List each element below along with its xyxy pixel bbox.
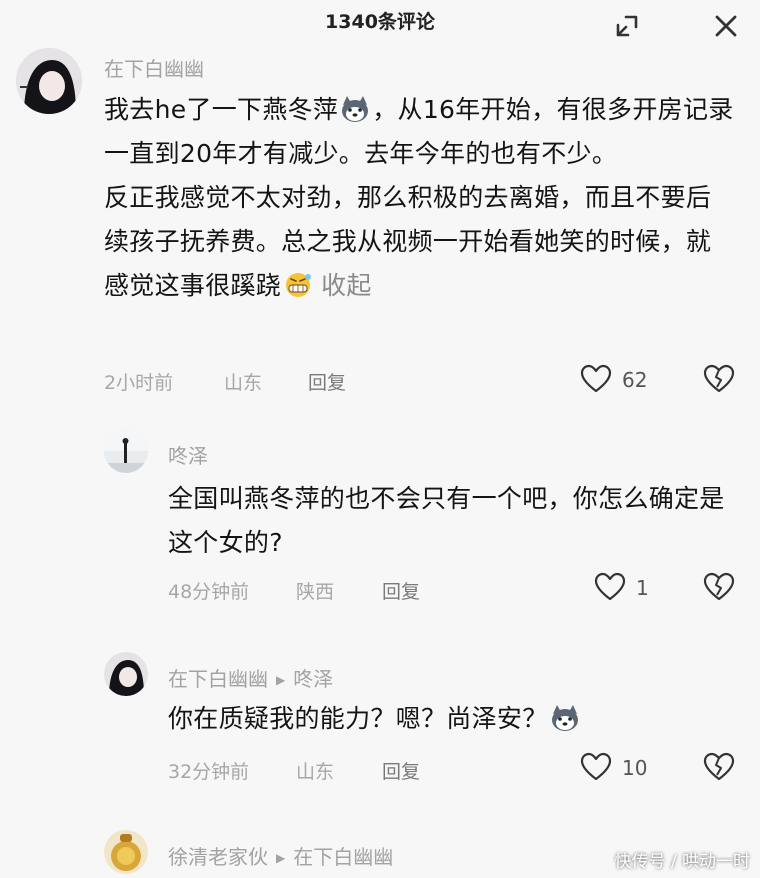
reply-username[interactable]: 徐清老家伙 [168, 845, 268, 869]
comment-text: 我去he了一下燕冬萍 ，从16年开始，有很多开房记录一直到20年才有减少。去年今年… [104, 88, 734, 308]
reply-button[interactable]: 回复 [382, 577, 420, 604]
comment-meta: 48分钟前 陕西 回复 [168, 577, 420, 604]
comment-username[interactable]: 在下白幽幽 [104, 53, 204, 82]
reply-button[interactable]: 回复 [308, 368, 346, 395]
heart-outline-icon[interactable] [580, 364, 612, 394]
reply-username[interactable]: 咚泽 [168, 440, 208, 469]
reply-text: 你在质疑我的能力？嗯？尚泽安？ [168, 697, 740, 741]
comment-text-part: 我去he了一下燕冬萍 [104, 95, 339, 124]
heart-outline-icon[interactable] [580, 752, 612, 782]
expand-icon[interactable] [614, 13, 640, 39]
comment-text-part: 反正我感觉不太对劲，那么积极的去离婚，而且不要后续孩子抚养费。总之我从视频一开始… [104, 183, 712, 300]
close-icon[interactable] [713, 13, 739, 39]
reply-text: 全国叫燕冬萍的也不会只有一个吧，你怎么确定是这个女的? [168, 484, 725, 557]
comment-location: 山东 [224, 372, 263, 394]
reply-to-username[interactable]: 咚泽 [293, 667, 333, 691]
heart-outline-icon[interactable] [594, 572, 626, 602]
comment-time: 48分钟前 [168, 581, 250, 603]
comment-meta: 32分钟前 山东 回复 [168, 757, 420, 784]
watermark: 快传号 / 哄动一时 [614, 852, 750, 872]
comment-meta: 2小时前 山东 回复 [104, 368, 346, 395]
comments-header: 1340条评论 [0, 0, 760, 44]
husky-emoji-icon [342, 96, 369, 122]
broken-heart-icon[interactable] [702, 752, 736, 782]
user-avatar[interactable] [104, 429, 148, 473]
comment-time: 2小时前 [104, 372, 174, 394]
comment-time: 32分钟前 [168, 761, 250, 783]
reply-to-arrow-icon: ▶ [276, 673, 286, 687]
grimace-emoji-icon [286, 273, 312, 297]
like-count: 1 [636, 576, 649, 600]
reply-username-line: 徐清老家伙 ▶ 在下白幽幽 [168, 841, 393, 870]
reply-text-part: 你在质疑我的能力？嗯？尚泽安？ [168, 704, 548, 733]
reply-username[interactable]: 在下白幽幽 [168, 667, 268, 691]
husky-emoji-icon [551, 705, 578, 731]
comment-count-title: 1340条评论 [325, 11, 435, 33]
user-avatar[interactable] [104, 830, 148, 874]
reply-username-line: 在下白幽幽 ▶ 咚泽 [168, 663, 333, 692]
user-avatar[interactable] [104, 652, 148, 696]
broken-heart-icon[interactable] [702, 572, 736, 602]
reply-to-arrow-icon: ▶ [276, 851, 286, 865]
comment-location: 陕西 [296, 581, 335, 603]
user-avatar[interactable] [16, 48, 82, 114]
like-count: 10 [622, 756, 648, 780]
reply-button[interactable]: 回复 [382, 757, 420, 784]
reply-to-username[interactable]: 在下白幽幽 [293, 845, 393, 869]
broken-heart-icon[interactable] [702, 364, 736, 394]
collapse-link[interactable]: 收起 [321, 271, 372, 300]
like-count: 62 [622, 368, 648, 392]
comment-location: 山东 [296, 761, 335, 783]
